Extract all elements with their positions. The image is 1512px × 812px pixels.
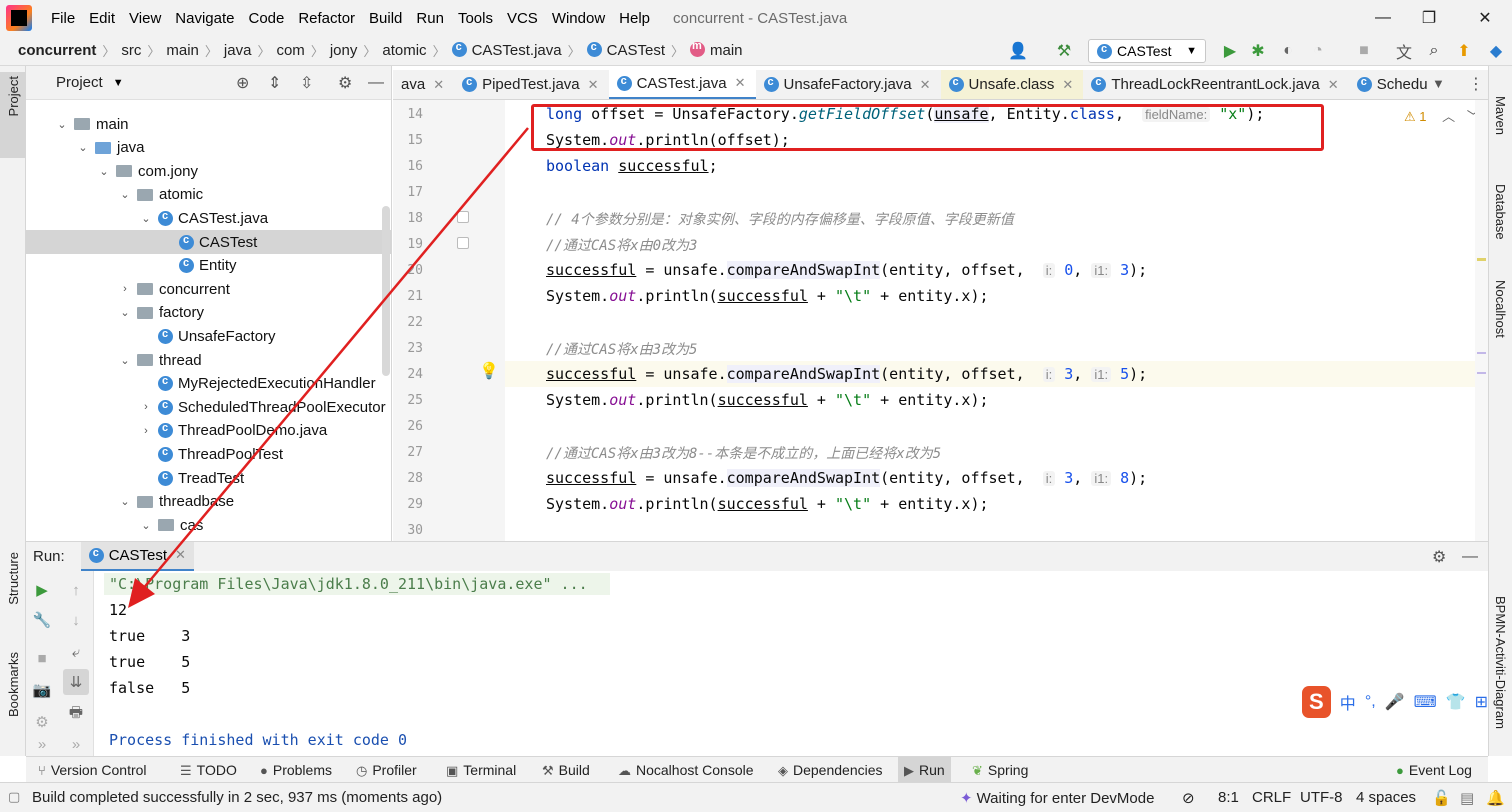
- status-message[interactable]: Build completed successfully in 2 sec, 9…: [32, 789, 442, 806]
- problems-icon: ●: [260, 763, 268, 778]
- devmode-status[interactable]: ✦ Waiting for enter DevMode: [960, 789, 1154, 807]
- list-icon: ☰: [180, 763, 192, 778]
- status-toggle-icon[interactable]: ▢: [8, 789, 20, 805]
- nocalhost-icon: ☁: [618, 763, 631, 778]
- tool-terminal[interactable]: ▣ Terminal: [446, 762, 516, 779]
- event-log-icon: ●: [1396, 763, 1404, 778]
- tool-profiler[interactable]: ◷ Profiler: [356, 762, 417, 779]
- tool-nocalhost-console[interactable]: ☁ Nocalhost Console: [618, 762, 754, 779]
- arrow-head: [128, 578, 155, 608]
- profiler-icon: ◷: [356, 763, 368, 778]
- tool-event-log[interactable]: ● Event Log: [1396, 762, 1472, 778]
- indent-setting[interactable]: 4 spaces: [1356, 789, 1416, 806]
- lock-icon[interactable]: 🔓: [1432, 789, 1451, 807]
- run-icon: ▶: [904, 763, 914, 778]
- line-separator[interactable]: CRLF: [1252, 789, 1291, 806]
- branch-icon: ⑂: [38, 763, 46, 778]
- memory-icon[interactable]: ▤: [1460, 789, 1474, 807]
- annotation-arrow: [128, 127, 529, 608]
- arrow-line: [141, 127, 529, 591]
- no-connection-icon[interactable]: ⊘: [1182, 789, 1195, 807]
- terminal-icon: ▣: [446, 763, 459, 778]
- tool-problems[interactable]: ● Problems: [260, 762, 332, 778]
- layers-icon: ◈: [778, 763, 788, 778]
- file-encoding[interactable]: UTF-8: [1300, 789, 1343, 806]
- tool-window-bar: ⑂ Version Control ☰ TODO ● Problems ◷ Profil…: [26, 756, 1488, 783]
- notifications-icon[interactable]: 🔔: [1486, 789, 1505, 807]
- tool-run[interactable]: ▶ Run: [898, 757, 951, 783]
- tool-todo[interactable]: ☰ TODO: [180, 762, 237, 779]
- caret-position[interactable]: 8:1: [1218, 789, 1239, 806]
- nocalhost-icon: ✦: [960, 790, 973, 807]
- tool-build[interactable]: ⚒ Build: [542, 762, 590, 779]
- hammer-icon: ⚒: [542, 763, 554, 778]
- tool-version-control[interactable]: ⑂ Version Control: [38, 762, 147, 778]
- tool-spring[interactable]: ❦ Spring: [972, 762, 1028, 779]
- tool-dependencies[interactable]: ◈ Dependencies: [778, 762, 883, 779]
- status-bar: ▢ Build completed successfully in 2 sec,…: [0, 782, 1512, 812]
- spring-icon: ❦: [972, 763, 983, 778]
